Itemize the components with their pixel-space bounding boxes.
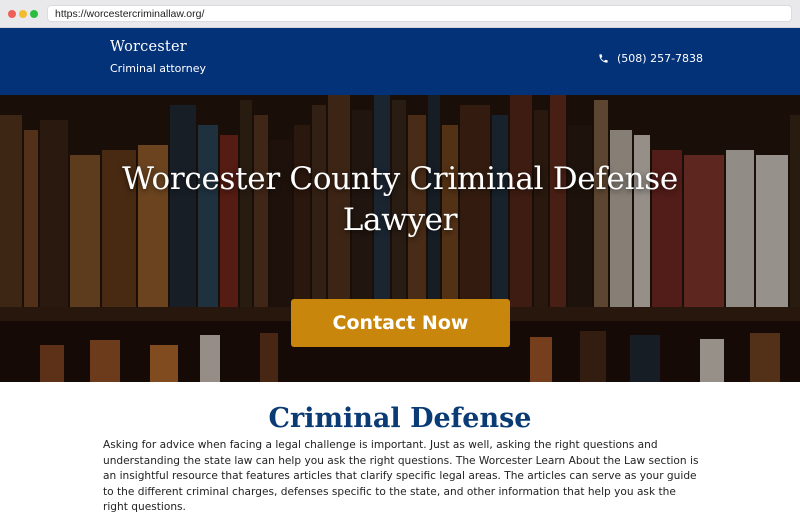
section-title: Criminal Defense (268, 403, 532, 434)
browser-toolbar: https://worcestercriminallaw.org/ (0, 0, 800, 28)
phone-link[interactable]: (508) 257-7838 (598, 51, 703, 65)
hero-banner: Worcester County Criminal Defense Lawyer… (0, 95, 800, 382)
minimize-window-button[interactable] (19, 10, 27, 18)
hero-title: Worcester County Criminal Defense Lawyer (122, 161, 678, 238)
site-header: Worcester Criminal attorney (508) 257-78… (0, 28, 800, 95)
contact-now-button[interactable]: Contact Now (291, 299, 510, 347)
address-bar[interactable]: https://worcestercriminallaw.org/ (47, 5, 792, 22)
close-window-button[interactable] (8, 10, 16, 18)
contact-now-label: Contact Now (332, 312, 469, 334)
address-bar-url: https://worcestercriminallaw.org/ (55, 8, 205, 20)
maximize-window-button[interactable] (30, 10, 38, 18)
brand-name[interactable]: Worcester (110, 39, 187, 55)
section-body-text: Asking for advice when facing a legal ch… (103, 439, 699, 514)
phone-number: (508) 257-7838 (617, 51, 704, 65)
phone-icon (599, 53, 608, 63)
brand-subtitle: Criminal attorney (110, 62, 206, 75)
